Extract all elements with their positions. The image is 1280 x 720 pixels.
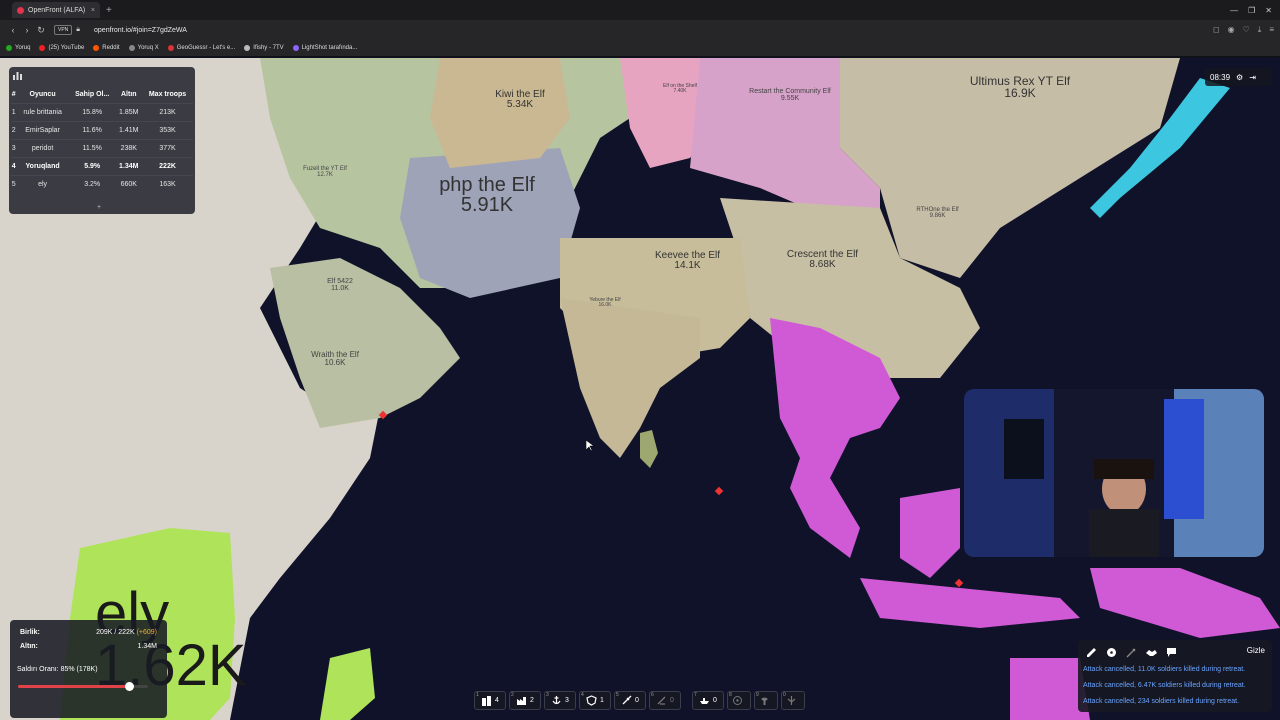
minimize-icon[interactable]: — bbox=[1230, 6, 1238, 15]
warship-icon bbox=[700, 697, 710, 704]
bookmark-item[interactable]: Reddit bbox=[93, 45, 120, 51]
troops-gain: (+609) bbox=[136, 629, 157, 636]
nuke-icon[interactable] bbox=[1106, 645, 1117, 657]
bookmark-item[interactable]: (25) YouTube bbox=[39, 45, 84, 51]
browser-tab-bar: OpenFront (ALFA) × + — ❐ ✕ bbox=[0, 0, 1280, 20]
build-defense-post-button[interactable]: 4 1 bbox=[579, 690, 611, 710]
atom-bomb-icon bbox=[733, 695, 742, 705]
troops-label: Birlik: bbox=[20, 629, 40, 636]
build-city-button[interactable]: 1 4 bbox=[474, 690, 506, 710]
leaderboard-row[interactable]: 5 ely 3.2% 660K 163K bbox=[11, 174, 193, 193]
defense-post-icon bbox=[586, 694, 597, 706]
webcam-image bbox=[964, 389, 1264, 557]
vpn-badge[interactable]: VPN bbox=[54, 25, 73, 35]
col-owned-header[interactable]: Sahip Ol... bbox=[69, 86, 116, 103]
download-icon[interactable]: ⤓ bbox=[1258, 25, 1262, 35]
new-tab-button[interactable]: + bbox=[106, 5, 112, 16]
attack-ratio-row: Saldırı Oranı: 85% (178K) bbox=[17, 666, 157, 673]
forward-icon[interactable]: › bbox=[20, 25, 34, 35]
build-port-button[interactable]: 3 3 bbox=[544, 690, 576, 710]
url-field[interactable]: openfront.io/#join=Z7gdZeWA bbox=[94, 27, 187, 34]
openfront-window: OpenFront (ALFA) × + — ❐ ✕ ‹ › ↻ VPN 🔒︎ … bbox=[0, 0, 1280, 720]
game-timer: 08:39 bbox=[1210, 72, 1231, 82]
exit-icon[interactable]: ⇥ bbox=[1249, 73, 1256, 82]
event-message: Attack cancelled, 11.0K soldiers killed … bbox=[1083, 666, 1246, 673]
leaderboard-icon[interactable] bbox=[13, 71, 22, 80]
col-gold-header[interactable]: Altın bbox=[116, 86, 143, 103]
event-message: Attack cancelled, 6.47K soldiers killed … bbox=[1083, 682, 1246, 689]
extension-icon[interactable]: ◻ bbox=[1213, 25, 1220, 35]
build-warship-button[interactable]: 7 0 bbox=[692, 690, 724, 710]
opera-icon bbox=[17, 6, 24, 14]
bookmark-item[interactable]: Yoruq X bbox=[128, 45, 159, 51]
build-bar: 1 4 2 2 3 3 4 1 5 0 6 0 7 0 8 9 0 bbox=[474, 690, 810, 710]
webcam-overlay bbox=[964, 389, 1264, 557]
col-player-header[interactable]: Oyuncu bbox=[16, 86, 69, 103]
attack-ratio-fill bbox=[18, 685, 129, 688]
build-factory-button[interactable]: 2 2 bbox=[509, 690, 541, 710]
bookmark-item[interactable]: GeoGuessr - Let's e... bbox=[167, 45, 235, 51]
troops-value: 209K / 222K bbox=[96, 629, 135, 636]
chat-icon[interactable] bbox=[1166, 645, 1177, 657]
build-sam-launcher-button[interactable]: 6 0 bbox=[649, 690, 681, 710]
expand-leaderboard-button[interactable]: + bbox=[97, 204, 101, 211]
build-missile-silo-button[interactable]: 5 0 bbox=[614, 690, 646, 710]
attack-ratio-knob[interactable] bbox=[124, 682, 134, 691]
maximize-icon[interactable]: ❐ bbox=[1248, 6, 1255, 15]
browser-tab[interactable]: OpenFront (ALFA) × bbox=[12, 2, 100, 18]
sam-launcher-icon bbox=[657, 696, 666, 705]
missile-silo-icon bbox=[622, 695, 632, 704]
lock-icon: 🔒︎ bbox=[76, 26, 81, 33]
bookmark-item[interactable]: Ifishy - 7TV bbox=[244, 45, 284, 51]
city-icon bbox=[482, 695, 492, 706]
gold-label: Altın: bbox=[20, 643, 38, 650]
close-tab-icon[interactable]: × bbox=[91, 7, 95, 14]
mirv-icon bbox=[787, 695, 796, 705]
mouse-cursor-icon bbox=[586, 440, 594, 451]
pencil-icon[interactable] bbox=[1086, 645, 1097, 657]
gold-row: Altın: 1.34M bbox=[20, 643, 157, 650]
camera-icon[interactable]: ◉ bbox=[1228, 25, 1235, 35]
events-panel: Gizle Attack cancelled, 11.0K soldiers k… bbox=[1078, 640, 1272, 712]
heart-icon[interactable]: ♡ bbox=[1243, 25, 1250, 35]
bookmark-item[interactable]: Yoruq bbox=[6, 45, 30, 51]
leaderboard-panel: # Oyuncu Sahip Ol... Altın Max troops 1 … bbox=[9, 67, 195, 214]
build-atom-bomb-button[interactable]: 8 bbox=[727, 690, 751, 710]
factory-icon bbox=[517, 696, 527, 705]
bookmark-item[interactable]: LightShot tarafında... bbox=[292, 45, 357, 51]
port-icon bbox=[552, 695, 561, 704]
attack-ratio-label: Saldırı Oranı: 85% (178K) bbox=[17, 666, 98, 673]
gold-value: 1.34M bbox=[137, 643, 157, 650]
hide-events-button[interactable]: Gizle bbox=[1247, 646, 1265, 655]
leaderboard-table: # Oyuncu Sahip Ol... Altın Max troops 1 … bbox=[11, 86, 193, 193]
player-stats-panel: Birlik: 209K / 222K (+609) Altın: 1.34M … bbox=[10, 620, 167, 718]
col-troops-header[interactable]: Max troops bbox=[142, 86, 193, 103]
leaderboard-row[interactable]: 2 EmirSaplar 11.6% 1.41M 353K bbox=[11, 120, 193, 139]
leaderboard-row-self[interactable]: 4 Yoruqland 5.9% 1.34M 222K bbox=[11, 156, 193, 175]
handshake-icon[interactable] bbox=[1146, 645, 1157, 656]
bookmarks-bar: Yoruq (25) YouTube Reddit Yoruq X GeoGue… bbox=[0, 40, 1280, 57]
sword-icon[interactable] bbox=[1126, 645, 1137, 658]
close-window-icon[interactable]: ✕ bbox=[1265, 6, 1272, 15]
leaderboard-row[interactable]: 1 rule brittania 15.8% 1.85M 213K bbox=[11, 102, 193, 121]
menu-icon[interactable]: ≡ bbox=[1269, 25, 1274, 35]
address-bar: ‹ › ↻ VPN 🔒︎ openfront.io/#join=Z7gdZeWA… bbox=[0, 20, 1280, 40]
reload-icon[interactable]: ↻ bbox=[34, 25, 48, 36]
tab-title: OpenFront (ALFA) bbox=[28, 6, 86, 14]
event-message: Attack cancelled, 234 soldiers killed du… bbox=[1083, 698, 1240, 705]
game-timer-panel: 08:39 ⚙ ⇥ bbox=[1205, 68, 1272, 86]
back-icon[interactable]: ‹ bbox=[6, 25, 20, 35]
troops-row: Birlik: 209K / 222K (+609) bbox=[20, 629, 157, 636]
build-hydrogen-bomb-button[interactable]: 9 bbox=[754, 690, 778, 710]
attack-ratio-slider[interactable] bbox=[18, 682, 148, 691]
hydrogen-bomb-icon bbox=[761, 697, 768, 705]
gear-icon[interactable]: ⚙ bbox=[1236, 73, 1243, 82]
leaderboard-row[interactable]: 3 peridot 11.5% 238K 377K bbox=[11, 138, 193, 157]
build-mirv-button[interactable]: 0 bbox=[781, 690, 805, 710]
